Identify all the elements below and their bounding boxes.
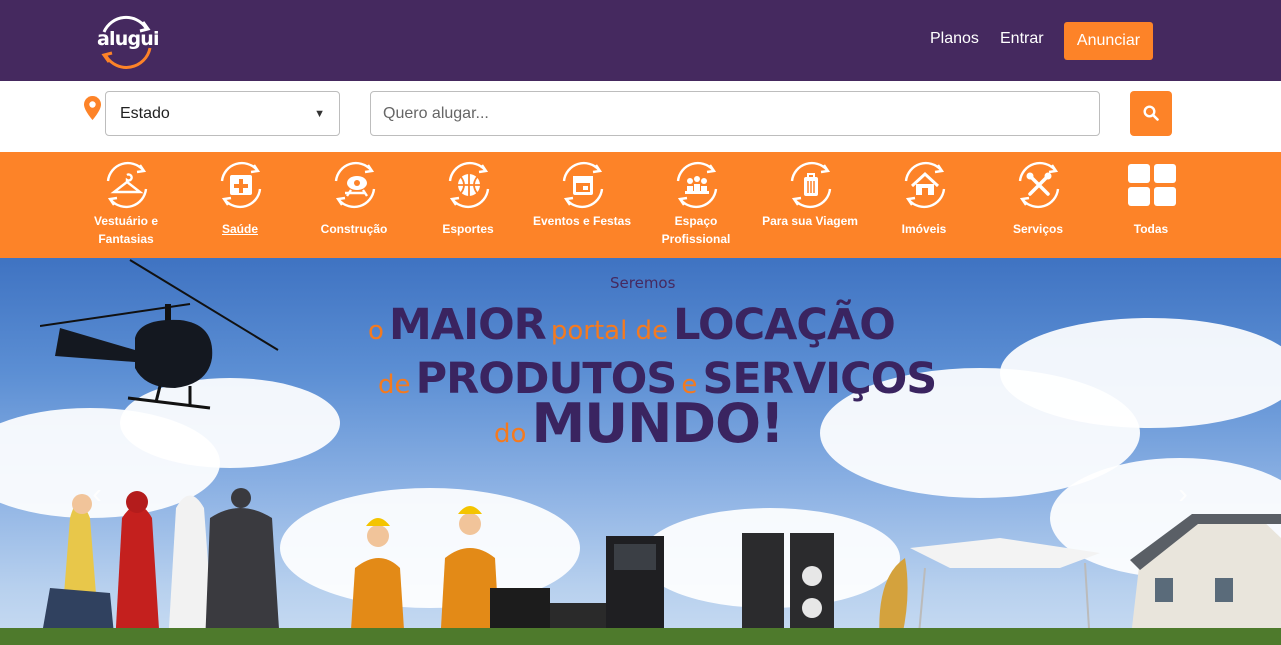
hero-banner-carousel[interactable]: Seremos o MAIOR portal de LOCAÇÃO de PRO… [0,258,1281,645]
category-label: Eventos e Festas [532,214,632,228]
banner-line-3: do MUNDO! [494,392,785,455]
products-collage-image [40,488,1281,645]
nav-planos-link[interactable]: Planos [930,30,979,48]
banner-word: MAIOR [389,300,547,350]
top-navbar: alugui Planos Entrar Anunciar [0,0,1281,81]
category-label: Saúde [221,222,258,236]
banner-word: o [368,316,384,346]
category-viagem[interactable]: Para sua Viagem [755,152,865,258]
category-label: Imóveis [901,222,947,236]
category-esportes[interactable]: Esportes [413,152,523,258]
anunciar-button[interactable]: Anunciar [1064,22,1153,60]
house-icon [904,161,946,209]
map-marker-icon [84,96,101,120]
category-construcao[interactable]: Construção [299,152,409,258]
category-espaco-profissional[interactable]: Espaço Profissional [641,152,751,258]
category-bar: Vestuário e Fantasias Saúde Construção E… [0,152,1281,258]
chevron-right-icon[interactable]: › [1168,478,1198,509]
category-servicos[interactable]: Serviços [983,152,1093,258]
search-button[interactable] [1130,91,1172,136]
state-select-value: Estado [120,104,170,122]
chevron-down-icon: ▼ [314,107,325,120]
logo-text: alugui [97,28,159,50]
basketball-icon [448,161,490,209]
category-label: Construção [320,222,388,236]
category-eventos[interactable]: Eventos e Festas [527,152,637,258]
chevron-left-icon[interactable]: ‹ [82,478,112,509]
luggage-icon [790,161,832,209]
tools-icon [1018,161,1060,209]
search-icon [1143,105,1159,121]
banner-word: de [378,370,411,400]
category-label: Espaço Profissional [661,214,731,246]
category-todas[interactable]: Todas [1096,152,1206,258]
banner-word: do [494,419,527,449]
search-input[interactable] [370,91,1100,136]
banner-word: portal de [550,316,669,346]
nav-entrar-link[interactable]: Entrar [1000,30,1044,48]
meeting-people-icon [676,161,718,209]
category-imoveis[interactable]: Imóveis [869,152,979,258]
category-label: Vestuário e Fantasias [93,214,159,246]
alugui-logo[interactable]: alugui [94,10,159,72]
category-label: Serviços [1012,222,1064,236]
search-bar: Estado ▼ [0,81,1281,152]
grid-icon [1128,164,1176,206]
banner-word: LOCAÇÃO [673,300,896,350]
medical-kit-icon [220,161,262,209]
state-select[interactable]: Estado ▼ [105,91,340,136]
category-label: Todas [1133,222,1169,236]
category-saude[interactable]: Saúde [185,152,295,258]
hanger-icon [106,161,148,209]
category-vestuario[interactable]: Vestuário e Fantasias [71,152,181,258]
category-label: Esportes [442,222,494,236]
grass-ground [0,628,1281,645]
category-label: Para sua Viagem [762,214,858,228]
banner-kicker: Seremos [610,274,676,292]
banner-word: MUNDO! [531,392,785,455]
calendar-icon [562,161,604,209]
banner-line-1: o MAIOR portal de LOCAÇÃO [368,300,896,350]
cement-mixer-icon [334,161,376,209]
